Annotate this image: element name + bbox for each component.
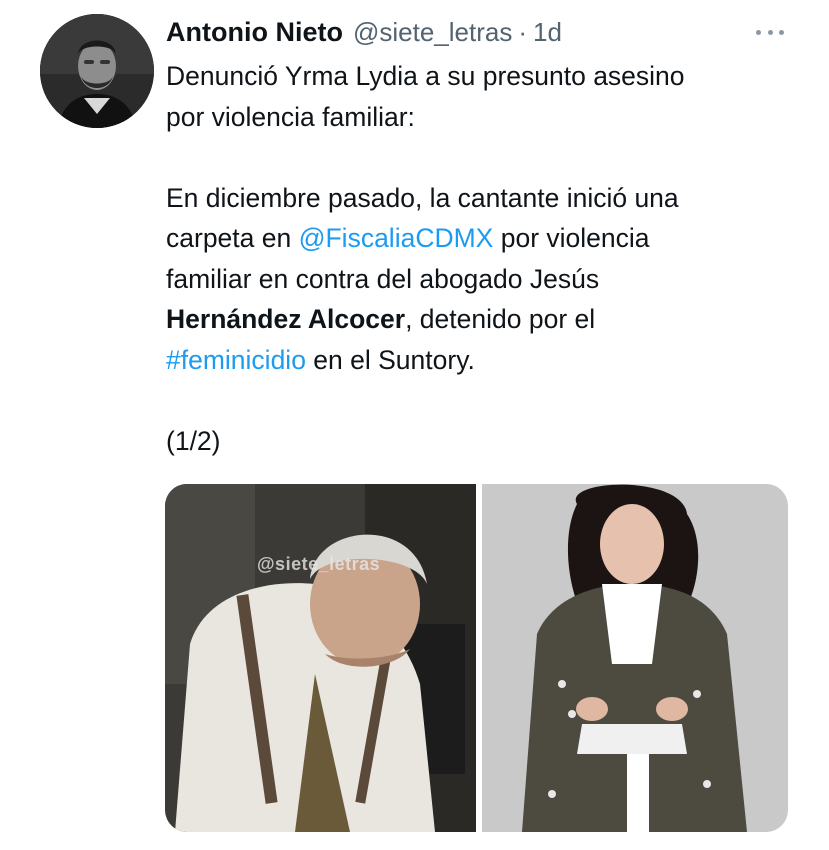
more-horizontal-icon[interactable] (752, 22, 788, 42)
author-handle[interactable]: @siete_letras (353, 17, 512, 48)
timestamp[interactable]: 1d (533, 17, 562, 48)
media-image-1[interactable]: @siete_letras (165, 484, 476, 832)
text-line: #feminicidio en el Suntory. (166, 340, 806, 381)
more-dot (779, 29, 784, 35)
tweet[interactable]: Antonio Nieto @siete_letras · 1d Denunci… (0, 0, 829, 850)
text-fragment: en el Suntory. (305, 344, 475, 375)
tweet-header: Antonio Nieto @siete_letras · 1d (166, 12, 562, 52)
text-line: por violencia familiar: (166, 101, 415, 132)
author-name[interactable]: Antonio Nieto (166, 17, 343, 48)
text-fragment: carpeta en (166, 223, 299, 253)
text-line: familiar en contra del abogado Jesús (166, 263, 600, 294)
media-image-2[interactable] (482, 484, 788, 832)
more-dot (767, 29, 773, 35)
photo-singer (482, 484, 788, 832)
hashtag-link[interactable]: #feminicidio (166, 345, 306, 375)
text-line: Hernández Alcocer, detenido por el (166, 299, 806, 340)
bold-name: Hernández Alcocer (166, 304, 406, 334)
text-fragment: por violencia (493, 223, 650, 253)
text-fragment: , detenido por el (405, 304, 596, 334)
text-line: carpeta en @FiscaliaCDMX por violencia (166, 218, 806, 259)
more-dot (756, 29, 761, 35)
tweet-text: Denunció Yrma Lydia a su presunto asesin… (166, 56, 806, 461)
text-line: Denunció Yrma Lydia a su presunto asesin… (166, 61, 685, 91)
avatar[interactable] (40, 14, 154, 128)
mention-link[interactable]: @FiscaliaCDMX (299, 223, 494, 253)
text-line: En diciembre pasado, la cantante inició … (166, 182, 679, 213)
avatar-photo (40, 14, 154, 128)
photo-man-detained (165, 484, 476, 832)
watermark: @siete_letras (257, 554, 381, 574)
thread-counter: (1/2) (166, 425, 221, 456)
media-grid: @siete_letras (165, 484, 788, 832)
separator: · (518, 16, 527, 47)
